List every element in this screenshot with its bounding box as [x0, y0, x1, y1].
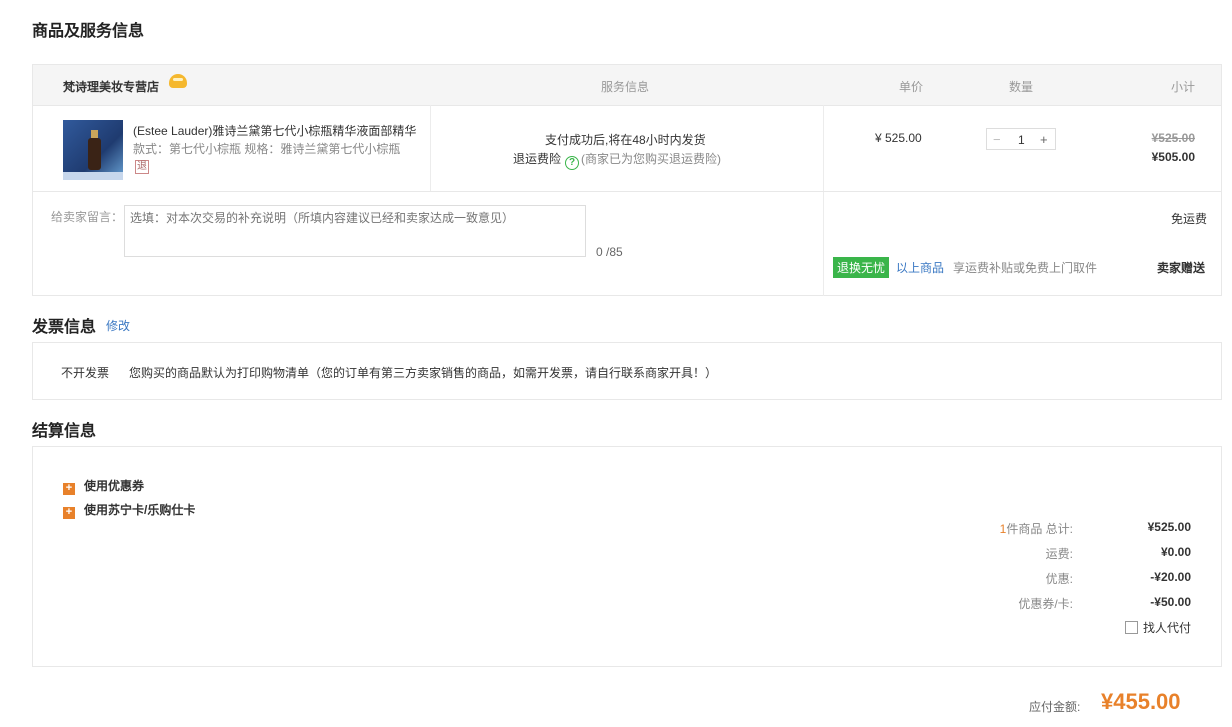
shipping-label: 运费: [1045, 547, 1073, 561]
col-subtotal: 小计 [1171, 80, 1196, 94]
help-question-icon[interactable]: ? [565, 156, 580, 170]
shipping-benefit: 享运费补贴或免费上门取件 [953, 261, 1098, 275]
expand-plus-icon: + [63, 483, 75, 495]
delivery-promise: 支付成功后,将在48小时内发货 [545, 133, 706, 147]
return-insurance-label: 退运费险 [513, 152, 562, 166]
quantity-stepper: − 1 + [986, 128, 1056, 150]
increase-button[interactable]: + [1040, 132, 1048, 147]
subtotal: ¥505.00 [1151, 150, 1195, 164]
message-row: 给卖家留言： 0 /85 免运费 退换无忧 以上商品 享运费补贴或免费上门取件 … [32, 191, 1222, 296]
coupon-value: -¥50.00 [1150, 595, 1191, 609]
return-insurance-note: (商家已为您购买退运费险) [581, 152, 722, 166]
message-char-counter: 0 /85 [596, 245, 623, 259]
shipping-fee: 免运费 [1170, 212, 1207, 226]
use-coupon-option[interactable]: + 使用优惠券 [63, 477, 144, 495]
proxy-pay-checkbox[interactable] [1124, 621, 1138, 634]
discount-value: -¥20.00 [1150, 570, 1191, 584]
product-thumbnail[interactable] [63, 120, 123, 180]
seller-message-input[interactable] [124, 205, 586, 257]
items-total-value: ¥525.00 [1147, 520, 1191, 534]
column-divider [430, 105, 431, 191]
worry-free-return-tag: 退换无忧 [833, 257, 890, 278]
shop-badge-icon [169, 74, 187, 88]
unit-price: ¥ 525.00 [875, 131, 922, 145]
invoice-section-title: 发票信息 [32, 319, 97, 336]
goods-table-header: 梵诗理美妆专营店 服务信息 单价 数量 小计 [32, 64, 1222, 106]
invoice-type: 不开发票 [61, 366, 110, 380]
col-unit-price: 单价 [899, 80, 924, 94]
expand-plus-icon: + [63, 507, 75, 519]
items-total-label: 1件商品 总计: [999, 522, 1073, 536]
return-insurance: 退运费险? (商家已为您购买退运费险) [513, 150, 721, 170]
column-divider [823, 105, 824, 191]
proxy-pay-option[interactable]: 找人代付 [1124, 619, 1191, 636]
invoice-description: 您购买的商品默认为打印购物清单（您的订单有第三方卖家销售的商品，如需开发票，请自… [129, 366, 718, 380]
quantity-value[interactable]: 1 [1018, 133, 1025, 147]
applies-to-link[interactable]: 以上商品 [896, 259, 944, 276]
payable-amount: ¥455.00 [1101, 689, 1181, 714]
product-row: (Estee Lauder)雅诗兰黛第七代小棕瓶精华液面部精华 款式：第七代小棕… [32, 105, 1222, 192]
col-quantity: 数量 [1009, 80, 1034, 94]
seller-message-label: 给卖家留言： [51, 210, 124, 224]
seller-gift: 卖家赠送 [1156, 261, 1205, 275]
discount-label: 优惠: [1045, 572, 1073, 586]
invoice-box: 不开发票 您购买的商品默认为打印购物清单（您的订单有第三方卖家销售的商品，如需开… [32, 342, 1222, 400]
settlement-section-title: 结算信息 [32, 423, 97, 440]
invoice-modify-link[interactable]: 修改 [106, 317, 130, 334]
shop-name[interactable]: 梵诗理美妆专营店 [63, 78, 159, 95]
decrease-button[interactable]: − [993, 132, 1001, 147]
product-spec: 款式：第七代小棕瓶 规格：雅诗兰黛第七代小棕瓶 [133, 142, 401, 156]
shipping-value: ¥0.00 [1160, 545, 1191, 559]
product-name[interactable]: (Estee Lauder)雅诗兰黛第七代小棕瓶精华液面部精华 [133, 122, 423, 139]
payable-label: 应付金额: [1029, 700, 1081, 714]
settlement-box: + 使用优惠券 + 使用苏宁卡/乐购仕卡 1件商品 总计: ¥525.00 运费: … [32, 446, 1222, 667]
use-card-option[interactable]: + 使用苏宁卡/乐购仕卡 [63, 501, 195, 519]
coupon-label: 优惠券/卡: [1018, 597, 1073, 611]
goods-section-title: 商品及服务信息 [32, 23, 145, 40]
column-divider [823, 192, 824, 296]
return-badge-icon: 退 [135, 160, 149, 174]
original-subtotal: ¥525.00 [1151, 131, 1195, 145]
col-service: 服务信息 [601, 80, 650, 94]
